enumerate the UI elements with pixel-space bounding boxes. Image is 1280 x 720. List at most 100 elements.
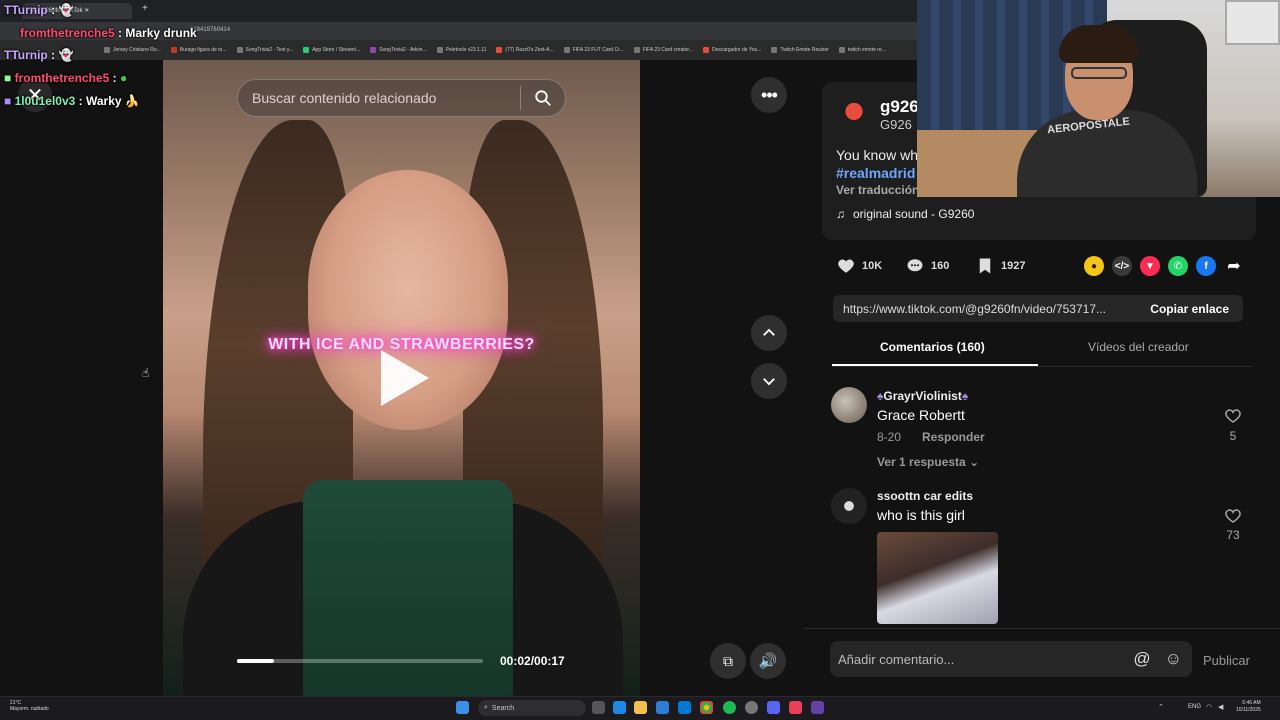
music-icon[interactable]	[789, 701, 802, 714]
bookmark-item[interactable]: FIFA 23 FUT Card Cr...	[563, 47, 624, 53]
share-arrow-icon: ➦	[1227, 258, 1241, 275]
previous-video-button[interactable]	[751, 315, 787, 351]
pip-icon: ⧉	[723, 652, 733, 669]
twitch-icon[interactable]	[811, 701, 824, 714]
search-icon: ⌕	[484, 704, 488, 711]
video-progress-fill	[237, 659, 274, 663]
chat-emote-icon: ●	[119, 71, 128, 85]
save-button[interactable]: 1927	[975, 256, 1025, 276]
taskbar-clock[interactable]: 6:46 AM 10/11/2025	[1236, 700, 1261, 714]
embed-share-button[interactable]: ●	[1084, 256, 1104, 276]
bookmark-item[interactable]: Twitch Emote Resizer	[771, 47, 829, 53]
chat-emote-icon: 👻	[58, 48, 74, 62]
creator-username[interactable]: g926	[880, 97, 919, 117]
sound-link[interactable]: ♫ original sound - G9260	[836, 207, 974, 221]
bookmark-item[interactable]: Peletools v23.1.11	[436, 47, 486, 53]
video-progress-bar[interactable]	[237, 659, 483, 663]
comment-avatar[interactable]	[831, 488, 867, 524]
play-icon[interactable]	[381, 350, 429, 406]
taskbar-search[interactable]: ⌕ Search	[478, 700, 586, 716]
chat-text: Warky	[85, 94, 122, 108]
bookmark-item[interactable]: Descargador de You...	[702, 47, 761, 53]
bookmark-item[interactable]: Jersey Cristiano Ro...	[104, 47, 161, 53]
related-search-input[interactable]	[238, 90, 520, 106]
comment-author[interactable]: ♠GrayrViolinist♠	[877, 389, 968, 403]
bookmark-item[interactable]: FIFA 23 Card creator...	[633, 47, 693, 53]
mention-icon[interactable]: @	[1133, 649, 1150, 669]
copy-link-button[interactable]: Copiar enlace	[1150, 302, 1243, 316]
comment-image[interactable]	[877, 532, 998, 624]
obs-icon[interactable]	[745, 701, 758, 714]
comment-author[interactable]: ssoottn car edits	[877, 489, 973, 503]
screen: (2) g9260fn | TikTok ✕ + 618419760414 Je…	[0, 0, 1280, 720]
bookmark-icon	[436, 47, 443, 53]
share-link-text[interactable]: https://www.tiktok.com/@g9260fn/video/75…	[833, 302, 1106, 316]
tab-creator-videos[interactable]: Vídeos del creador	[1088, 340, 1189, 354]
bookmark-item[interactable]: (77) Razz0's Zest-A...	[496, 47, 554, 53]
more-options-button[interactable]: •••	[751, 77, 787, 113]
like-button[interactable]: 10K	[836, 256, 882, 276]
comment-button[interactable]: 160	[905, 256, 949, 276]
bookmark-item[interactable]: SongTrivia2 - Text y...	[236, 47, 293, 53]
publish-button[interactable]: Publicar	[1203, 653, 1250, 668]
view-replies-button[interactable]: Ver 1 respuesta ⌄	[877, 455, 979, 469]
new-tab-icon[interactable]: +	[142, 3, 148, 14]
chat-user: TTurnip	[4, 3, 48, 17]
comment-input[interactable]	[830, 651, 1134, 667]
chevron-down-icon: ⌄	[969, 455, 980, 469]
webcam-glasses	[1071, 67, 1127, 79]
chat-badge-icon: ■	[4, 71, 12, 85]
chrome-icon[interactable]	[700, 701, 713, 714]
bookmark-icon	[563, 47, 570, 53]
store-icon[interactable]	[656, 701, 669, 714]
discord-icon[interactable]	[767, 701, 780, 714]
comment-like-button[interactable]	[1224, 407, 1242, 430]
mail-icon[interactable]	[678, 701, 691, 714]
comment-like-button[interactable]	[1224, 507, 1242, 530]
more-share-button[interactable]: ➦	[1224, 256, 1244, 276]
spotify-icon[interactable]	[723, 701, 736, 714]
comment-author-name: GrayrViolinist	[883, 389, 962, 403]
start-icon[interactable]	[456, 701, 469, 714]
bookmark-item[interactable]: SongTrivia2 - Advin...	[370, 47, 427, 53]
bookmark-icon	[170, 47, 177, 53]
bookmark-item[interactable]: Burago figura de to...	[170, 47, 227, 53]
edge-icon[interactable]	[613, 701, 626, 714]
volume-button[interactable]: 🔊	[750, 643, 786, 679]
left-backdrop	[0, 60, 163, 696]
taskview-icon[interactable]	[592, 701, 605, 714]
whatsapp-share-button[interactable]: ✆	[1168, 256, 1188, 276]
chevron-up-icon	[763, 328, 775, 336]
next-video-button[interactable]	[751, 363, 787, 399]
explorer-icon[interactable]	[634, 701, 647, 714]
chat-user: fromthetrenche5	[14, 71, 110, 85]
chat-line: fromthetrenche5 : Marky drunk	[20, 26, 197, 40]
tab-comments[interactable]: Comentarios (160)	[880, 340, 985, 354]
language-indicator[interactable]: ENG	[1188, 704, 1201, 710]
emoji-icon[interactable]: ☺	[1165, 649, 1182, 669]
speaker-icon[interactable]: ◀	[1218, 703, 1223, 711]
comment-like-count: 5	[1229, 429, 1237, 443]
weather-widget[interactable]: 21°C Mayorm. nublado	[10, 700, 49, 712]
pip-button[interactable]: ⧉	[710, 643, 746, 679]
translate-link[interactable]: Ver traducción	[836, 183, 919, 197]
tray-chevron-up-icon[interactable]: ⌃	[1158, 703, 1164, 711]
creator-avatar[interactable]	[836, 97, 872, 133]
comment-avatar[interactable]	[831, 387, 867, 423]
wifi-icon[interactable]: ◠	[1206, 703, 1212, 711]
code-share-button[interactable]: </>	[1112, 256, 1132, 276]
bookmark-icon	[771, 47, 778, 53]
close-icon[interactable]: ✕	[84, 8, 89, 14]
send-icon: ▼	[1145, 260, 1155, 272]
creator-handle: G926	[880, 117, 912, 132]
hashtag-link[interactable]: #realmadrid	[836, 165, 915, 181]
send-share-button[interactable]: ▼	[1140, 256, 1160, 276]
bookmark-item[interactable]: twitch emote re...	[838, 47, 886, 53]
search-button[interactable]	[521, 79, 565, 117]
video-player[interactable]: WITH ICE AND STRAWBERRIES?	[163, 60, 640, 696]
facebook-share-button[interactable]: f	[1196, 256, 1216, 276]
chat-line: TTurnip : 👻	[4, 48, 74, 62]
bookmark-item[interactable]: App Store / Stream/...	[303, 47, 360, 53]
comment-text: Grace Robertt	[877, 407, 965, 423]
reply-button[interactable]: Responder	[922, 430, 985, 444]
